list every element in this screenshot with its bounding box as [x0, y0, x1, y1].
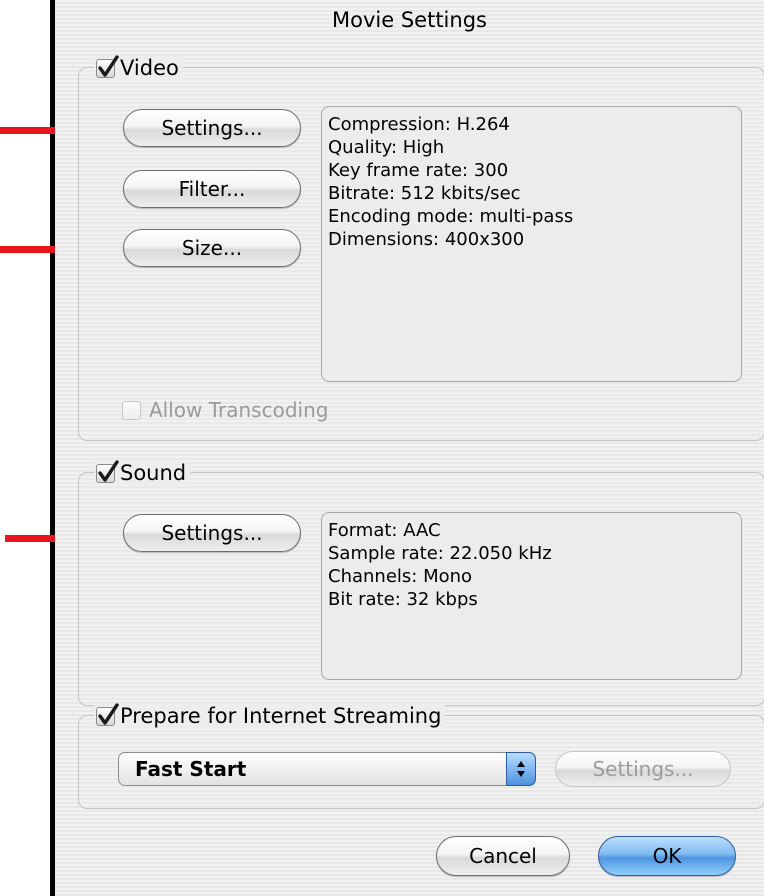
info-line: Format: AAC	[328, 520, 441, 541]
info-line: Dimensions: 400x300	[328, 229, 525, 250]
cancel-button[interactable]: Cancel	[436, 836, 570, 876]
video-settings-button[interactable]: Settings...	[123, 109, 301, 147]
movie-settings-dialog: Movie Settings Video Settings... Filter.…	[55, 0, 764, 896]
allow-transcoding-checkbox	[122, 400, 141, 420]
info-line: Channels: Mono	[328, 566, 473, 587]
sound-label: Sound	[120, 461, 187, 485]
video-size-button[interactable]: Size...	[123, 229, 301, 267]
dialog-title: Movie Settings	[332, 8, 487, 32]
info-line: Compression: H.264	[328, 114, 510, 135]
checkmark-icon	[98, 459, 119, 482]
sound-info-box: Format: AAC Sample rate: 22.050 kHz Chan…	[321, 512, 742, 680]
streaming-settings-button[interactable]: Settings...	[555, 751, 731, 787]
streaming-checkbox[interactable]	[96, 702, 119, 726]
video-checkbox[interactable]	[96, 54, 119, 78]
video-filter-button[interactable]: Filter...	[123, 170, 301, 208]
info-line: Sample rate: 22.050 kHz	[328, 543, 552, 564]
allow-transcoding-row: Allow Transcoding	[122, 398, 328, 422]
video-label: Video	[120, 56, 179, 80]
video-info-box: Compression: H.264 Quality: High Key fra…	[321, 106, 742, 382]
checkmark-icon	[98, 702, 119, 725]
allow-transcoding-label: Allow Transcoding	[149, 398, 329, 422]
info-line: Bitrate: 512 kbits/sec	[328, 183, 521, 204]
streaming-checkbox-row[interactable]: Prepare for Internet Streaming	[94, 702, 446, 728]
info-line: Key frame rate: 300	[328, 160, 509, 181]
info-line: Quality: High	[328, 137, 445, 158]
sound-settings-button[interactable]: Settings...	[123, 514, 301, 552]
streaming-mode-select[interactable]: Fast Start	[118, 752, 536, 786]
ok-button[interactable]: OK	[598, 836, 736, 876]
sound-checkbox-row[interactable]: Sound	[94, 459, 191, 485]
checkmark-icon	[98, 54, 119, 77]
streaming-label: Prepare for Internet Streaming	[120, 704, 442, 728]
video-checkbox-row[interactable]: Video	[94, 54, 183, 80]
select-stepper-icon	[506, 752, 536, 786]
sound-checkbox[interactable]	[96, 459, 119, 483]
streaming-mode-value: Fast Start	[135, 757, 247, 781]
info-line: Bit rate: 32 kbps	[328, 589, 478, 610]
info-line: Encoding mode: multi-pass	[328, 206, 574, 227]
